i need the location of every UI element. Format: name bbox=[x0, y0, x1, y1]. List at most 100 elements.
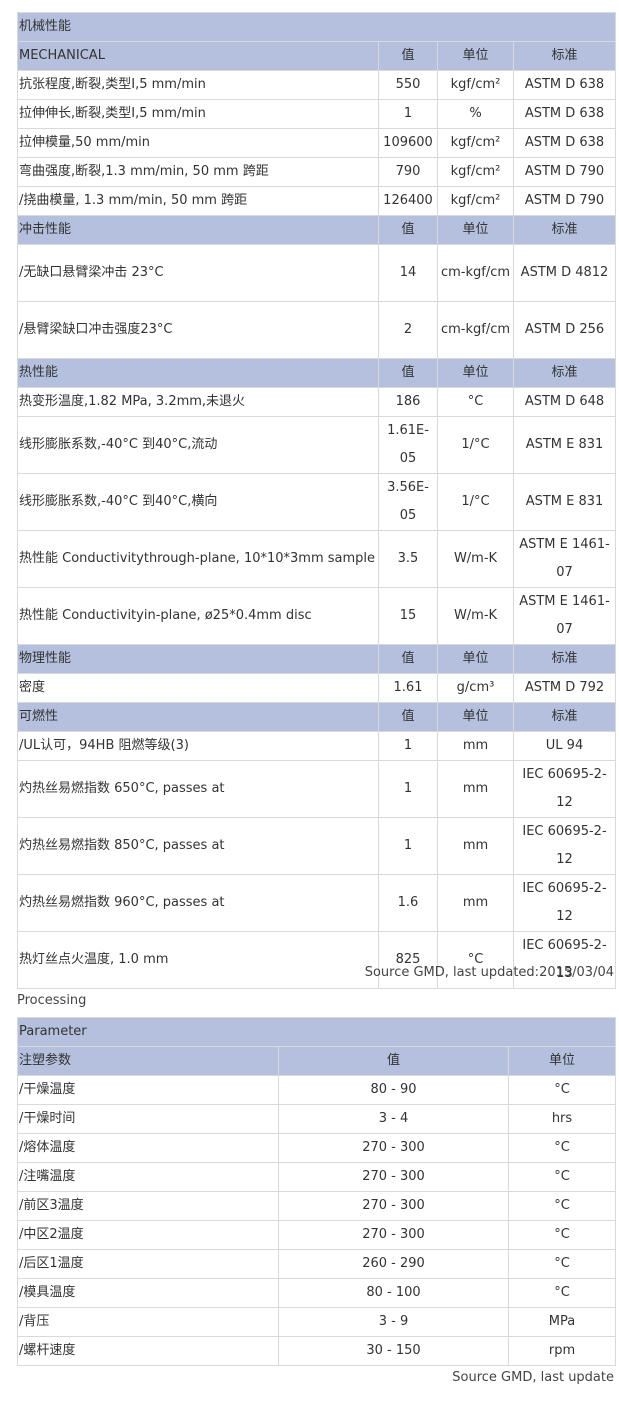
col-unit-header: 单位 bbox=[437, 358, 514, 388]
property-value: 1 bbox=[378, 817, 438, 875]
property-value: 3.56E-05 bbox=[378, 473, 438, 531]
property-standard: ASTM E 831 bbox=[512, 473, 617, 531]
table-row: 热性能 Conductivityin-plane, ø25*0.4mm disc… bbox=[17, 587, 617, 645]
processing-source-note: Source GMD, last update bbox=[452, 1370, 614, 1385]
section-header-row: 冲击性能 值 单位 标准 bbox=[17, 215, 617, 245]
property-name: 线形膨胀系数,-40°C 到40°C,流动 bbox=[17, 416, 379, 474]
value-header: 值 bbox=[278, 1046, 509, 1076]
param-value: 270 - 300 bbox=[278, 1191, 509, 1221]
property-name: 线形膨胀系数,-40°C 到40°C,横向 bbox=[17, 473, 379, 531]
table-row: /挠曲模量, 1.3 mm/min, 50 mm 跨距 126400 kgf/c… bbox=[17, 186, 617, 216]
col-std-header: 标准 bbox=[512, 702, 617, 732]
col-std-header: 标准 bbox=[512, 644, 617, 674]
param-name: /后区1温度 bbox=[17, 1249, 279, 1279]
param-value: 270 - 300 bbox=[278, 1133, 509, 1163]
param-unit: hrs bbox=[508, 1104, 616, 1134]
processing-title: Parameter bbox=[17, 1017, 616, 1047]
property-value: 1.61E-05 bbox=[378, 416, 438, 474]
param-value: 30 - 150 bbox=[278, 1336, 509, 1366]
table-row: 抗张程度,断裂,类型I,5 mm/min 550 kgf/cm² ASTM D … bbox=[17, 70, 617, 100]
col-unit-header: 单位 bbox=[437, 41, 514, 71]
table-row: /中区2温度 270 - 300 °C bbox=[17, 1220, 616, 1250]
param-value: 270 - 300 bbox=[278, 1162, 509, 1192]
param-unit: °C bbox=[508, 1220, 616, 1250]
property-name: 灼热丝易燃指数 650°C, passes at bbox=[17, 760, 379, 818]
table-row: 线形膨胀系数,-40°C 到40°C,流动 1.61E-05 1/°C ASTM… bbox=[17, 416, 617, 474]
property-name: 热灯丝点火温度, 1.0 mm bbox=[17, 931, 379, 989]
property-value: 126400 bbox=[378, 186, 438, 216]
param-value: 80 - 100 bbox=[278, 1278, 509, 1308]
property-unit: W/m-K bbox=[437, 587, 514, 645]
section-header-row: 可燃性 值 单位 标准 bbox=[17, 702, 617, 732]
table-row: 拉伸模量,50 mm/min 109600 kgf/cm² ASTM D 638 bbox=[17, 128, 617, 158]
property-name: 热性能 Conductivityin-plane, ø25*0.4mm disc bbox=[17, 587, 379, 645]
col-std-header: 标准 bbox=[512, 358, 617, 388]
property-name: 抗张程度,断裂,类型I,5 mm/min bbox=[17, 70, 379, 100]
table-title-row: 机械性能 bbox=[16, 12, 617, 42]
param-unit: °C bbox=[508, 1133, 616, 1163]
section-name: 物理性能 bbox=[17, 644, 379, 674]
property-unit: kgf/cm² bbox=[437, 186, 514, 216]
property-name: 热变形温度,1.82 MPa, 3.2mm,未退火 bbox=[17, 387, 379, 417]
table-row: 线形膨胀系数,-40°C 到40°C,横向 3.56E-05 1/°C ASTM… bbox=[17, 473, 617, 531]
param-value: 260 - 290 bbox=[278, 1249, 509, 1279]
table-row: /熔体温度 270 - 300 °C bbox=[17, 1133, 616, 1163]
property-value: 1 bbox=[378, 99, 438, 129]
table-row: /前区3温度 270 - 300 °C bbox=[17, 1191, 616, 1221]
param-name: /干燥时间 bbox=[17, 1104, 279, 1134]
table-row: 热性能 Conductivitythrough-plane, 10*10*3mm… bbox=[17, 530, 617, 588]
col-unit-header: 单位 bbox=[437, 644, 514, 674]
table-row: 灼热丝易燃指数 960°C, passes at 1.6 mm IEC 6069… bbox=[17, 874, 617, 932]
property-unit: cm-kgf/cm bbox=[437, 244, 514, 302]
property-value: 1 bbox=[378, 731, 438, 761]
col-value-header: 值 bbox=[378, 358, 438, 388]
param-unit: rpm bbox=[508, 1336, 616, 1366]
param-unit: MPa bbox=[508, 1307, 616, 1337]
property-standard: IEC 60695-2-12 bbox=[512, 874, 617, 932]
param-name: /干燥温度 bbox=[17, 1075, 279, 1105]
property-unit: mm bbox=[437, 760, 514, 818]
property-name: /挠曲模量, 1.3 mm/min, 50 mm 跨距 bbox=[17, 186, 379, 216]
param-header: 注塑参数 bbox=[17, 1046, 279, 1076]
property-unit: W/m-K bbox=[437, 530, 514, 588]
table-row: /螺杆速度 30 - 150 rpm bbox=[17, 1336, 616, 1366]
table-row: 热变形温度,1.82 MPa, 3.2mm,未退火 186 °C ASTM D … bbox=[17, 387, 617, 417]
table-row: /干燥温度 80 - 90 °C bbox=[17, 1075, 616, 1105]
param-name: /背压 bbox=[17, 1307, 279, 1337]
property-value: 15 bbox=[378, 587, 438, 645]
property-name: 热性能 Conductivitythrough-plane, 10*10*3mm… bbox=[17, 530, 379, 588]
property-value: 3.5 bbox=[378, 530, 438, 588]
property-standard: ASTM D 790 bbox=[512, 157, 617, 187]
table-row: /干燥时间 3 - 4 hrs bbox=[17, 1104, 616, 1134]
property-standard: ASTM D 256 bbox=[512, 301, 617, 359]
table-row: /模具温度 80 - 100 °C bbox=[17, 1278, 616, 1308]
section-header-row: 物理性能 值 单位 标准 bbox=[17, 644, 617, 674]
property-standard: ASTM D 790 bbox=[512, 186, 617, 216]
col-unit-header: 单位 bbox=[437, 702, 514, 732]
table-row: 弯曲强度,断裂,1.3 mm/min, 50 mm 跨距 790 kgf/cm²… bbox=[17, 157, 617, 187]
property-standard: IEC 60695-2-12 bbox=[512, 760, 617, 818]
section-name: 可燃性 bbox=[17, 702, 379, 732]
param-name: /熔体温度 bbox=[17, 1133, 279, 1163]
property-value: 790 bbox=[378, 157, 438, 187]
param-name: /螺杆速度 bbox=[17, 1336, 279, 1366]
unit-header: 单位 bbox=[508, 1046, 616, 1076]
property-value: 186 bbox=[378, 387, 438, 417]
property-name: 灼热丝易燃指数 850°C, passes at bbox=[17, 817, 379, 875]
param-unit: °C bbox=[508, 1249, 616, 1279]
property-standard: ASTM E 831 bbox=[512, 416, 617, 474]
param-value: 270 - 300 bbox=[278, 1220, 509, 1250]
param-unit: °C bbox=[508, 1278, 616, 1308]
processing-label: Processing bbox=[17, 993, 87, 1008]
property-standard: ASTM E 1461-07 bbox=[512, 530, 617, 588]
table-row: /悬臂梁缺口冲击强度23°C 2 cm-kgf/cm ASTM D 256 bbox=[17, 301, 617, 359]
property-unit: °C bbox=[437, 387, 514, 417]
property-value: 14 bbox=[378, 244, 438, 302]
param-unit: °C bbox=[508, 1162, 616, 1192]
property-unit: kgf/cm² bbox=[437, 70, 514, 100]
property-unit: kgf/cm² bbox=[437, 157, 514, 187]
table-row: 灼热丝易燃指数 850°C, passes at 1 mm IEC 60695-… bbox=[17, 817, 617, 875]
property-unit: mm bbox=[437, 731, 514, 761]
col-value-header: 值 bbox=[378, 702, 438, 732]
property-standard: ASTM D 638 bbox=[512, 128, 617, 158]
